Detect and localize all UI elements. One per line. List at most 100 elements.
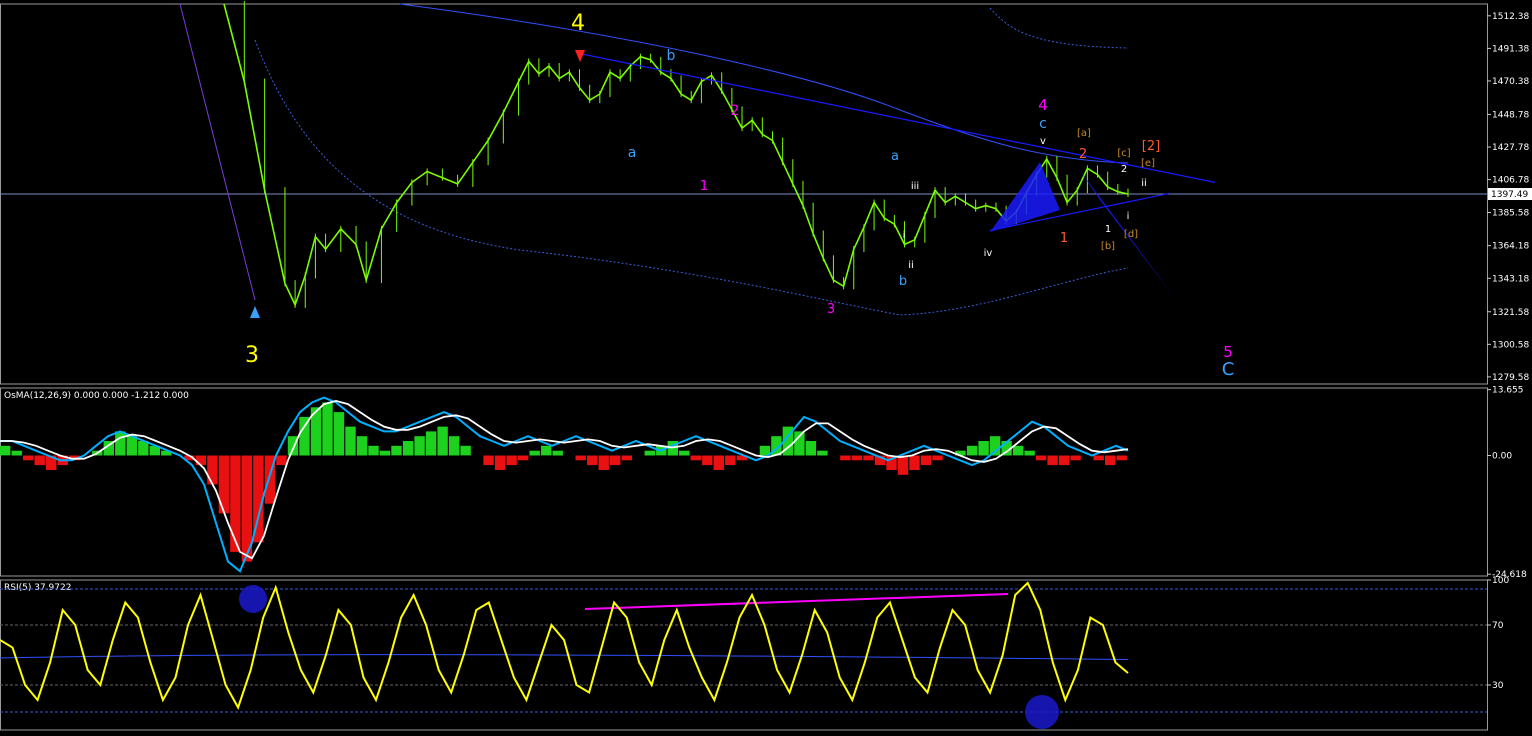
wave-label: [a]: [1077, 128, 1091, 139]
up-arrow-icon: [250, 306, 260, 318]
price-tick-label: 1385.58: [1492, 208, 1529, 218]
osma-bar: [195, 455, 207, 466]
wave-label: 2: [731, 103, 740, 119]
osma-bar: [230, 455, 241, 552]
osma-bar: [494, 455, 506, 470]
wave-label: iii: [911, 181, 919, 192]
moving-average-line: [399, 3, 1129, 164]
envelope-upper: [989, 7, 1129, 49]
wave-label: a: [891, 149, 899, 164]
osma-bar: [840, 455, 851, 461]
wave-label: 2: [1079, 147, 1087, 162]
price-tick-label: 1343.18: [1492, 274, 1529, 284]
osma-bar: [610, 455, 621, 466]
osma-bar: [1070, 455, 1081, 461]
osma-bar: [333, 412, 345, 456]
wave-label: c: [1039, 116, 1047, 132]
wave-label: 1: [1060, 231, 1068, 246]
current-price-label: 1397.49: [1491, 190, 1528, 200]
wave-label: [e]: [1141, 158, 1155, 169]
osma-bar: [276, 455, 287, 466]
signal-line: [0, 399, 1129, 560]
osma-bar: [679, 450, 690, 456]
wave-label: [2]: [1142, 139, 1160, 154]
osma-bar: [529, 450, 540, 456]
osma-bar: [1012, 445, 1024, 456]
osma-bar: [817, 450, 828, 456]
price-tick-label: 1279.58: [1492, 373, 1529, 383]
osma-bar: [1047, 455, 1058, 466]
wave-label: i: [903, 230, 906, 241]
rsi-title: RSI(5) 37.9722: [4, 583, 71, 593]
osma-bar: [345, 426, 356, 456]
osma-bar: [966, 445, 978, 456]
osma-bar: [1058, 455, 1070, 466]
osma-bar: [978, 441, 989, 456]
wave-label: v: [1040, 136, 1046, 147]
wave-label: [b]: [1101, 241, 1115, 252]
osma-bar: [805, 441, 817, 456]
wave-label: 3: [827, 302, 835, 317]
osma-bar: [425, 431, 437, 456]
highlight-circle-2: [1025, 695, 1059, 729]
osma-bar: [126, 436, 137, 456]
rsi-tick-label: 100: [1492, 576, 1509, 586]
osma-bar: [932, 455, 943, 461]
osma-bar: [0, 445, 11, 456]
price-tick-label: 1512.38: [1492, 12, 1529, 22]
osma-tick-label: 13.655: [1492, 386, 1524, 396]
osma-bar: [702, 455, 713, 466]
rsi-ma-line: [0, 654, 1129, 660]
osma-title: OsMA(12,26,9) 0.000 0.000 -1.212 0.000: [4, 391, 189, 401]
wave-label: 2: [1121, 164, 1127, 175]
osma-bar: [483, 455, 494, 466]
osma-bar: [356, 436, 368, 456]
wave-label: 4: [1038, 96, 1048, 114]
trading-chart[interactable]: 1512.38 1491.38 1470.38 1448.78 1427.78 1406.…: [0, 0, 1532, 732]
wave-label: b: [667, 48, 676, 64]
osma-bar: [1093, 455, 1104, 461]
osma-bar: [299, 416, 310, 456]
osma-bar: [115, 431, 126, 456]
osma-bar: [851, 455, 863, 461]
osma-bar: [1105, 455, 1116, 466]
osma-bar: [552, 450, 563, 456]
osma-bar: [368, 445, 379, 456]
osma-bar: [598, 455, 609, 470]
wave-label: b: [899, 274, 907, 289]
osma-bar: [1116, 455, 1127, 461]
osma-bar: [541, 445, 552, 456]
macd-line: [0, 396, 1129, 573]
osma-bar: [322, 402, 333, 456]
osma-bar: [713, 455, 724, 470]
price-tick-label: 1448.78: [1492, 110, 1529, 120]
osma-bar: [863, 455, 874, 461]
osma-bar: [414, 436, 425, 456]
wave-label: C: [1222, 359, 1235, 380]
rsi-line: [0, 581, 1129, 710]
osma-bar: [575, 455, 586, 461]
osma-bar: [11, 450, 22, 456]
wave-label: 4: [571, 11, 585, 36]
channel-line: [179, 3, 256, 301]
osma-bar: [391, 445, 402, 456]
osma-bar: [460, 445, 471, 456]
envelope-lower: [254, 39, 1129, 316]
osma-bar: [506, 455, 517, 466]
osma-bar: [644, 450, 655, 456]
price-tick-label: 1321.58: [1492, 308, 1529, 318]
price-tick-label: 1406.78: [1492, 176, 1529, 186]
osma-bar: [379, 450, 391, 456]
wave-label: 1: [700, 179, 708, 194]
wave-label: 3: [245, 343, 259, 368]
price-tick-label: 1300.58: [1492, 340, 1529, 350]
price-tick-label: 1364.18: [1492, 242, 1529, 252]
price-tick-label: 1427.78: [1492, 143, 1529, 153]
pattern-triangle-1: [990, 162, 1060, 232]
highlight-circle-1: [239, 585, 267, 613]
osma-bar: [23, 455, 34, 461]
osma-bar: [207, 455, 218, 485]
rsi-tick-label: 70: [1492, 621, 1504, 631]
chart-canvas: 1512.38 1491.38 1470.38 1448.78 1427.78 1406.…: [0, 1, 1532, 731]
osma-bar: [448, 436, 460, 456]
